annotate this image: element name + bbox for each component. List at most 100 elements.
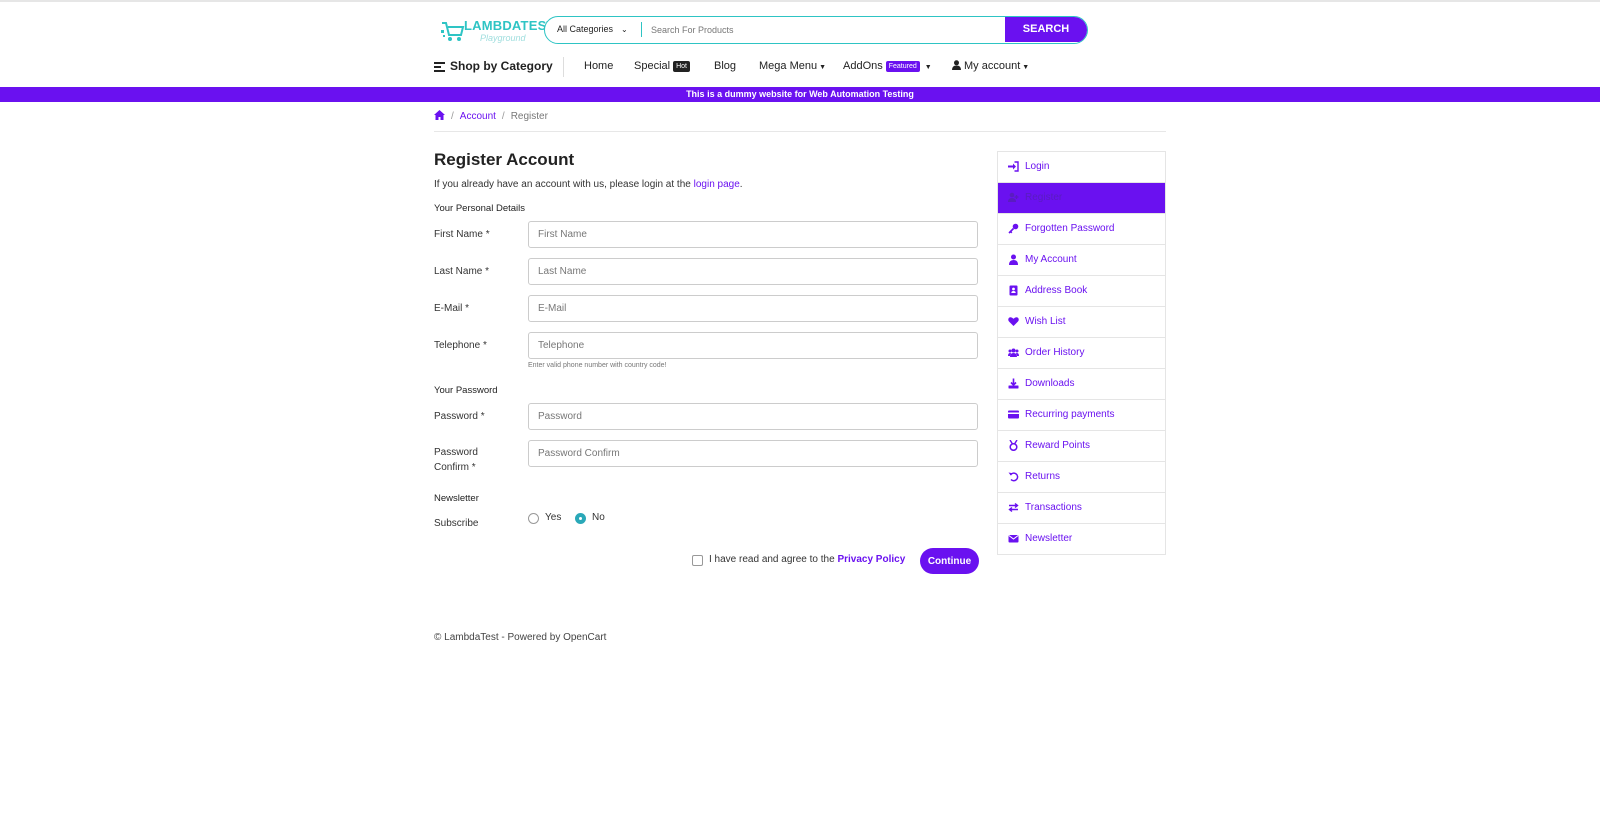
last-name-label: Last Name * [434, 264, 489, 279]
sidebar-item-label: Reward Points [1025, 440, 1091, 451]
sidebar-item-label: Returns [1025, 471, 1061, 482]
telephone-input[interactable] [528, 332, 978, 359]
subscribe-no-label[interactable]: No [592, 512, 605, 523]
privacy-policy-link[interactable]: Privacy Policy [837, 554, 905, 565]
shop-by-category-button[interactable]: Shop by Category [434, 57, 553, 75]
sidebar-item-newsletter[interactable]: Newsletter [998, 524, 1165, 555]
nav-my-account-label: My account [964, 60, 1021, 72]
breadcrumb-current: Register [510, 111, 548, 122]
page-title: Register Account [434, 150, 575, 169]
sidebar-item-login[interactable]: Login [998, 152, 1165, 183]
email-input[interactable] [528, 295, 978, 322]
exchange-icon [1008, 502, 1019, 513]
password-heading: Your Password [434, 385, 498, 396]
continue-button[interactable]: Continue [920, 548, 979, 574]
intro-text-body: If you already have an account with us, … [434, 179, 691, 190]
sidebar-item-transactions[interactable]: Transactions [998, 493, 1165, 524]
account-sidebar: Login Register Forgotten Password My Acc… [997, 151, 1166, 555]
nav-special-label: Special [634, 60, 671, 72]
first-name-label: First Name * [434, 227, 490, 242]
agree-checkbox[interactable] [692, 555, 703, 566]
sidebar-item-downloads[interactable]: Downloads [998, 369, 1165, 400]
required-mark: * [465, 303, 470, 314]
sidebar-item-wish-list[interactable]: Wish List [998, 307, 1165, 338]
nav-my-account[interactable]: My account ▼ [952, 57, 1029, 75]
sidebar-item-label: Downloads [1025, 378, 1075, 389]
sidebar-item-forgotten-password[interactable]: Forgotten Password [998, 214, 1165, 245]
users-icon [1008, 348, 1019, 357]
search-button[interactable]: SEARCH [1005, 17, 1087, 42]
breadcrumb: / Account / Register [434, 110, 548, 122]
subscribe-no-radio[interactable] [575, 513, 586, 524]
agree-label: I have read and agree to the Privacy Pol… [709, 554, 905, 565]
site-logo[interactable]: LAMBDATEST Playground [440, 16, 554, 46]
sidebar-item-register[interactable]: Register [998, 183, 1165, 214]
telephone-label: Telephone * [434, 338, 487, 353]
nav-divider [563, 57, 564, 77]
category-select[interactable]: All Categories [557, 17, 613, 42]
medal-icon [1009, 440, 1018, 451]
sidebar-item-label: Forgotten Password [1025, 223, 1115, 234]
nav-home[interactable]: Home [584, 57, 613, 75]
telephone-label-text: Telephone [434, 340, 481, 351]
home-icon[interactable] [434, 110, 445, 120]
sign-in-icon [1008, 161, 1019, 172]
telephone-help-text: Enter valid phone number with country co… [528, 362, 667, 369]
breadcrumb-account[interactable]: Account [460, 111, 496, 122]
password-label: Password * [434, 409, 485, 424]
search-bar: All Categories ⌄ SEARCH [544, 16, 1088, 44]
user-plus-icon [1008, 192, 1019, 202]
top-border [0, 0, 1600, 2]
intro-text-end: . [739, 179, 743, 190]
address-book-icon [1009, 285, 1018, 296]
required-mark: * [480, 411, 485, 422]
subscribe-yes-radio[interactable] [528, 513, 539, 524]
email-label: E-Mail * [434, 301, 469, 316]
password-confirm-label-line1: Password [434, 447, 478, 458]
sidebar-item-returns[interactable]: Returns [998, 462, 1165, 493]
shop-by-category-label: Shop by Category [450, 59, 553, 73]
sidebar-item-reward-points[interactable]: Reward Points [998, 431, 1165, 462]
required-mark: * [485, 229, 490, 240]
subscribe-label: Subscribe [434, 518, 479, 529]
required-mark: * [482, 340, 487, 351]
last-name-input[interactable] [528, 258, 978, 285]
first-name-input[interactable] [528, 221, 978, 248]
personal-details-heading: Your Personal Details [434, 203, 526, 214]
first-name-label-text: First Name [434, 229, 483, 240]
breadcrumb-divider [434, 131, 1166, 132]
search-input[interactable] [651, 17, 991, 42]
logo-subtitle: Playground [480, 33, 526, 43]
sidebar-item-my-account[interactable]: My Account [998, 245, 1165, 276]
sidebar-item-address-book[interactable]: Address Book [998, 276, 1165, 307]
nav-mega-menu[interactable]: Mega Menu ▼ [759, 57, 826, 75]
breadcrumb-separator: / [501, 111, 505, 122]
chevron-down-icon[interactable]: ⌄ [621, 17, 628, 42]
user-icon [952, 60, 961, 70]
password-input[interactable] [528, 403, 978, 430]
credit-card-icon [1008, 410, 1019, 419]
intro-text: If you already have an account with us, … [434, 179, 743, 190]
envelope-icon [1008, 535, 1019, 543]
required-mark: * [471, 462, 476, 473]
sidebar-item-label: Newsletter [1025, 533, 1073, 544]
password-label-text: Password [434, 411, 478, 422]
heart-icon [1008, 317, 1019, 326]
nav-blog[interactable]: Blog [714, 57, 736, 75]
subscribe-yes-label[interactable]: Yes [545, 512, 561, 523]
sidebar-item-recurring-payments[interactable]: Recurring payments [998, 400, 1165, 431]
password-confirm-label-line2: Confirm [434, 462, 470, 473]
nav-addons[interactable]: AddOns Featured ▼ [843, 57, 932, 75]
logo-title: LAMBDATEST [464, 18, 555, 33]
sidebar-item-label: My Account [1025, 254, 1077, 265]
footer-text: © LambdaTest - Powered by OpenCart [434, 632, 607, 643]
hot-badge: Hot [673, 61, 690, 72]
sidebar-item-order-history[interactable]: Order History [998, 338, 1165, 369]
featured-badge: Featured [885, 61, 920, 72]
sidebar-item-label: Wish List [1025, 316, 1066, 327]
nav-special[interactable]: Special Hot [634, 57, 690, 75]
password-confirm-input[interactable] [528, 440, 978, 467]
login-page-link[interactable]: login page [694, 179, 740, 190]
password-confirm-label: Password Confirm * [434, 445, 478, 475]
menu-icon [434, 62, 445, 72]
